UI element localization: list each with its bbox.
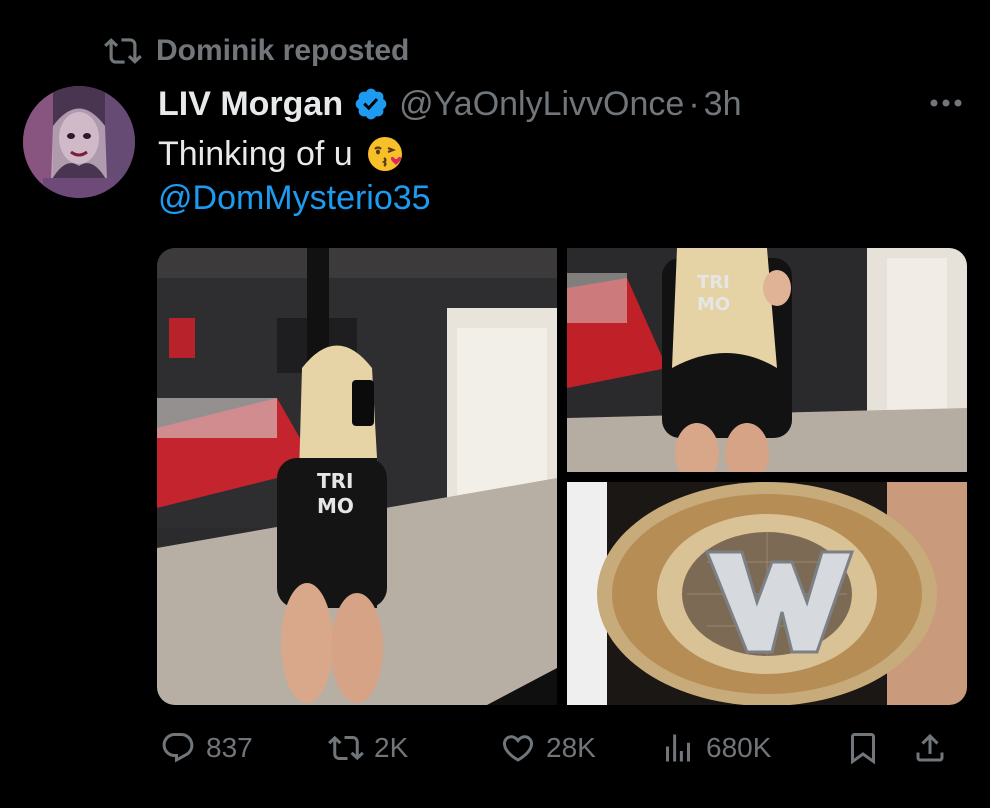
repost-label: Dominik reposted bbox=[156, 34, 410, 67]
like-count: 28K bbox=[546, 732, 596, 763]
share-icon bbox=[912, 730, 948, 766]
repost-count: 2K bbox=[374, 732, 409, 763]
reply-icon bbox=[160, 730, 196, 766]
championship-belt-photo[interactable] bbox=[567, 482, 967, 705]
svg-text:TRI: TRI bbox=[317, 469, 353, 493]
reply-count: 837 bbox=[206, 732, 253, 763]
views-count: 680K bbox=[706, 732, 772, 763]
bookmark-button[interactable] bbox=[845, 726, 881, 770]
views-icon bbox=[660, 730, 696, 766]
more-options-icon[interactable] bbox=[926, 88, 966, 118]
like-button[interactable]: 28K bbox=[500, 726, 596, 770]
avatar[interactable] bbox=[23, 86, 135, 198]
share-button[interactable] bbox=[912, 726, 948, 770]
svg-text:TRI: TRI bbox=[697, 272, 730, 293]
svg-text:MO: MO bbox=[697, 294, 730, 315]
tweet-text: Thinking of u @DomMysterio35 bbox=[158, 132, 431, 220]
action-bar: 837 2K 28K 680K bbox=[160, 726, 970, 770]
repost-icon bbox=[328, 730, 364, 766]
media-grid: TRI MO TRI MO bbox=[157, 248, 967, 705]
tweet-header: LIV Morgan @YaOnlyLivvOnce · 3h bbox=[158, 82, 741, 126]
separator: · bbox=[688, 84, 700, 123]
timestamp[interactable]: 3h bbox=[704, 85, 742, 124]
handle[interactable]: @YaOnlyLivvOnce bbox=[399, 85, 684, 124]
kissing-face-emoji bbox=[365, 134, 405, 174]
shirt-photo[interactable]: TRI MO bbox=[567, 248, 967, 472]
mention-link[interactable]: @DomMysterio35 bbox=[158, 176, 431, 220]
tweet-text-line: Thinking of u bbox=[158, 135, 353, 173]
svg-text:MO: MO bbox=[317, 494, 354, 518]
heart-icon bbox=[500, 730, 536, 766]
repost-icon bbox=[104, 32, 142, 70]
repost-indicator[interactable]: Dominik reposted bbox=[104, 32, 409, 70]
selfie-photo[interactable]: TRI MO bbox=[157, 248, 557, 705]
bookmark-icon bbox=[845, 730, 881, 766]
views-button[interactable]: 680K bbox=[660, 726, 771, 770]
display-name[interactable]: LIV Morgan bbox=[158, 85, 343, 124]
reply-button[interactable]: 837 bbox=[160, 726, 253, 770]
repost-button[interactable]: 2K bbox=[328, 726, 408, 770]
verified-badge-icon bbox=[353, 86, 389, 122]
